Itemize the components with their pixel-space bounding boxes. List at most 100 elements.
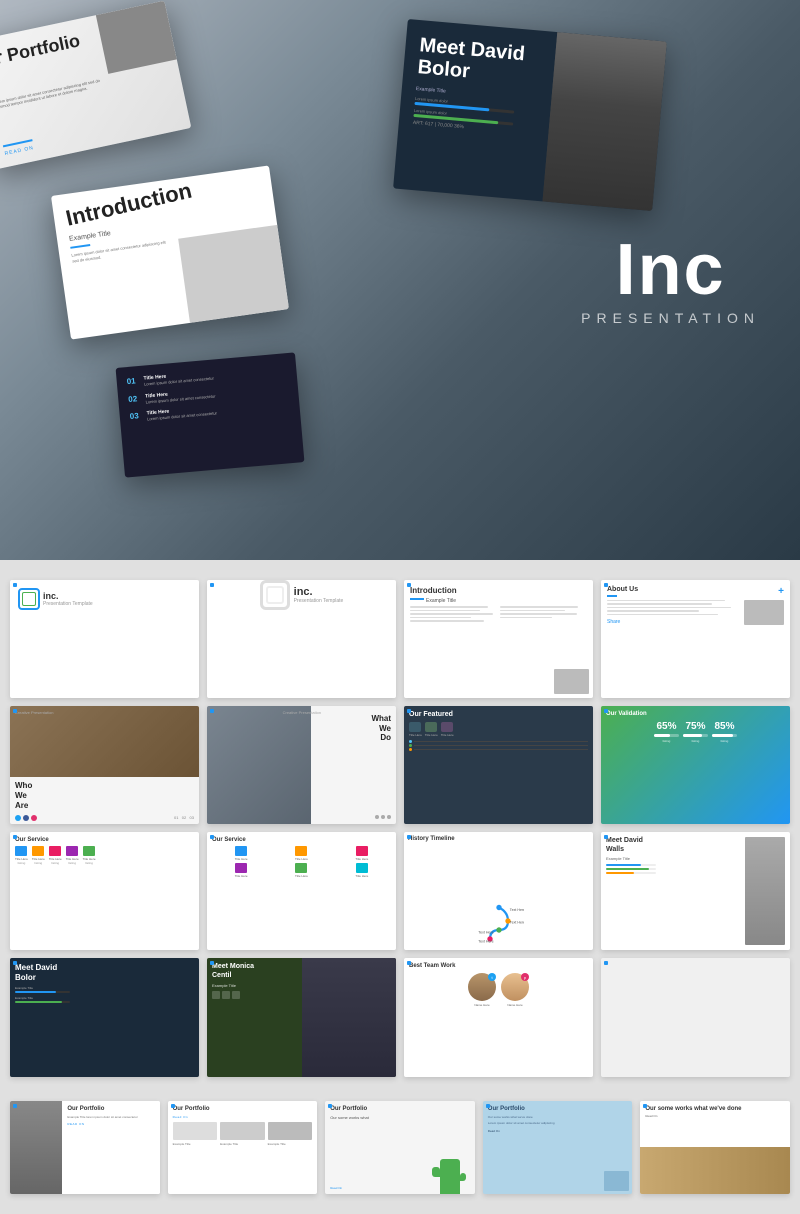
validation-title: Our Validation — [606, 711, 785, 717]
svc2-2: Title Here — [272, 846, 330, 861]
dw-bar-fill-1 — [606, 864, 641, 866]
svc-sub-5: listing — [83, 861, 96, 865]
intro-line — [70, 244, 90, 249]
someworks-image — [640, 1147, 790, 1194]
thumb-inc-logo-1[interactable]: inc. Presentation Template — [10, 580, 199, 698]
port3-title: Our Portfolio — [330, 1106, 470, 1112]
thumb-portfolio-1[interactable]: Our Portfolio Example Title lorem ipsum … — [10, 1101, 160, 1194]
thumb-validation[interactable]: Our Validation 65% listing 75% listing — [601, 706, 790, 824]
team-twitter-1: t — [488, 973, 496, 981]
thumb-whoweare[interactable]: WhoWeAre Creative Presentation 01 02 03 — [10, 706, 199, 824]
portfolio-link: Read On — [4, 145, 34, 157]
feat-line-3 — [414, 749, 588, 750]
thumb-tag-13 — [13, 961, 17, 965]
thumb-tag-9 — [13, 835, 17, 839]
port4-some: Our some works what we've done — [488, 1115, 628, 1120]
monica-icon-3 — [232, 991, 240, 999]
dw-bar-bg-3 — [606, 872, 656, 874]
thumb-portfolio-3[interactable]: Our Portfolio Our some works what Read O… — [325, 1101, 475, 1195]
val-bar-bg-2 — [683, 734, 708, 737]
whoweare-title: WhoWeAre — [15, 781, 32, 810]
thumb-tag-p1 — [13, 1104, 17, 1108]
intro-slide-image — [554, 669, 589, 694]
feat-label-2: Title Here — [425, 733, 438, 737]
thumb-tag-15 — [407, 961, 411, 965]
val-bar-bg-1 — [654, 734, 679, 737]
svc2-lbl-2: Title Here — [272, 857, 330, 861]
val-stat-3: 85% listing — [712, 721, 737, 743]
thumb-portfolio-2[interactable]: Our Portfolio Read On Example Title Exam… — [168, 1101, 318, 1194]
featured-title: Our Featured — [409, 711, 588, 718]
intro-slide-line — [410, 598, 424, 600]
service1-title: Our Service — [15, 837, 194, 843]
monica-example: Example Title — [212, 983, 391, 988]
someworks-body: Read On — [645, 1114, 785, 1118]
thumb-service-1[interactable]: Our Service Title Here listing Title Her… — [10, 832, 199, 950]
monica-icons — [212, 991, 391, 999]
hero-brand: Inc PRESENTATION — [581, 234, 760, 326]
intro-example-wrap: Example Title — [410, 598, 587, 604]
dw-bar-bg-1 — [606, 864, 656, 866]
thumb-monica[interactable]: Meet MonicaCentil Example Title — [207, 958, 396, 1076]
thumb-portfolio-4[interactable]: Our Portfolio Our some works what we've … — [483, 1101, 633, 1194]
monica-icon-2 — [222, 991, 230, 999]
port4-link: Read On — [488, 1129, 628, 1133]
inc-template-1: Presentation Template — [43, 601, 93, 607]
val-bar-bg-3 — [712, 734, 737, 737]
monica-title: Meet MonicaCentil — [212, 963, 391, 980]
thumb-featured[interactable]: Our Featured Title Here Title Here Title… — [404, 706, 593, 824]
thumb-row-1: inc. Presentation Template inc. Presenta… — [10, 580, 790, 698]
validation-stats: 65% listing 75% listing 85% — [606, 721, 785, 743]
port2-redon: Read On — [173, 1115, 313, 1119]
port1-link: Read On — [67, 1122, 154, 1126]
val-stat-2: 75% listing — [683, 721, 708, 743]
num-badge-1: 01 — [126, 376, 139, 386]
thumb-service-2[interactable]: Our Service Title Here Title Here Title … — [207, 832, 396, 950]
portfolio-photo — [96, 1, 177, 74]
svc2-lbl-3: Title Here — [333, 857, 391, 861]
thumb-david-bolor[interactable]: Meet DavidBolor Example Title Example Ti… — [10, 958, 199, 1076]
feat-icon-1: Title Here — [409, 722, 422, 737]
thumb-blank — [601, 958, 790, 1076]
feat-item-3 — [409, 748, 588, 751]
dot-1 — [375, 815, 379, 819]
port1-image — [10, 1101, 62, 1194]
port2-img-1 — [173, 1122, 218, 1140]
svc2-5: Title Here — [272, 863, 330, 878]
intro-image — [178, 225, 289, 323]
svc-icon-5 — [83, 846, 95, 856]
db-title: Meet DavidBolor — [15, 963, 194, 982]
thumb-timeline[interactable]: History Timeline Text Here Text Here Tex… — [404, 832, 593, 950]
svc2-1: Title Here — [212, 846, 270, 861]
thumb-david-walls[interactable]: Meet DavidWalls Example Title — [601, 832, 790, 950]
val-label-2: listing — [683, 739, 708, 743]
val-label-3: listing — [712, 739, 737, 743]
db-bar-bg-2 — [15, 1001, 70, 1003]
thumb-teamwork[interactable]: Best Team Work Name Here t Name Here p — [404, 958, 593, 1076]
thumb-tag-7 — [407, 709, 411, 713]
num-badge-3: 03 — [129, 411, 142, 421]
svc-4: Title Here listing — [66, 846, 79, 865]
teamwork-title: Best Team Work — [409, 963, 588, 969]
port2-item-3: Example Title — [268, 1122, 313, 1146]
thumb-whatwedo[interactable]: WhatWeDo Creative Presentation — [207, 706, 396, 824]
nav-dots: 01 02 03 — [174, 815, 194, 820]
feat-icon-2: Title Here — [425, 722, 438, 737]
thumb-tag-8 — [604, 709, 608, 713]
about-col-1: Share — [607, 600, 738, 626]
thumb-aboutus[interactable]: + About Us Share — [601, 580, 790, 698]
svc-icon-1 — [15, 846, 27, 856]
monica-icon-1 — [212, 991, 220, 999]
svc-icon-3 — [49, 846, 61, 856]
feat-icon-3: Title Here — [441, 722, 454, 737]
dot-3 — [387, 815, 391, 819]
db-bar-fill-2 — [15, 1001, 62, 1003]
thumb-tag-16 — [604, 961, 608, 965]
thumb-introduction[interactable]: Introduction Example Title — [404, 580, 593, 698]
thumb-inc-logo-2[interactable]: inc. Presentation Template — [207, 580, 396, 698]
thumb-someworks[interactable]: Our some works what we've done Read On — [640, 1101, 790, 1195]
whoweare-image — [10, 706, 199, 777]
svc-sub-3: listing — [49, 861, 62, 865]
thumb-tag-11 — [407, 835, 411, 839]
dot-2 — [381, 815, 385, 819]
